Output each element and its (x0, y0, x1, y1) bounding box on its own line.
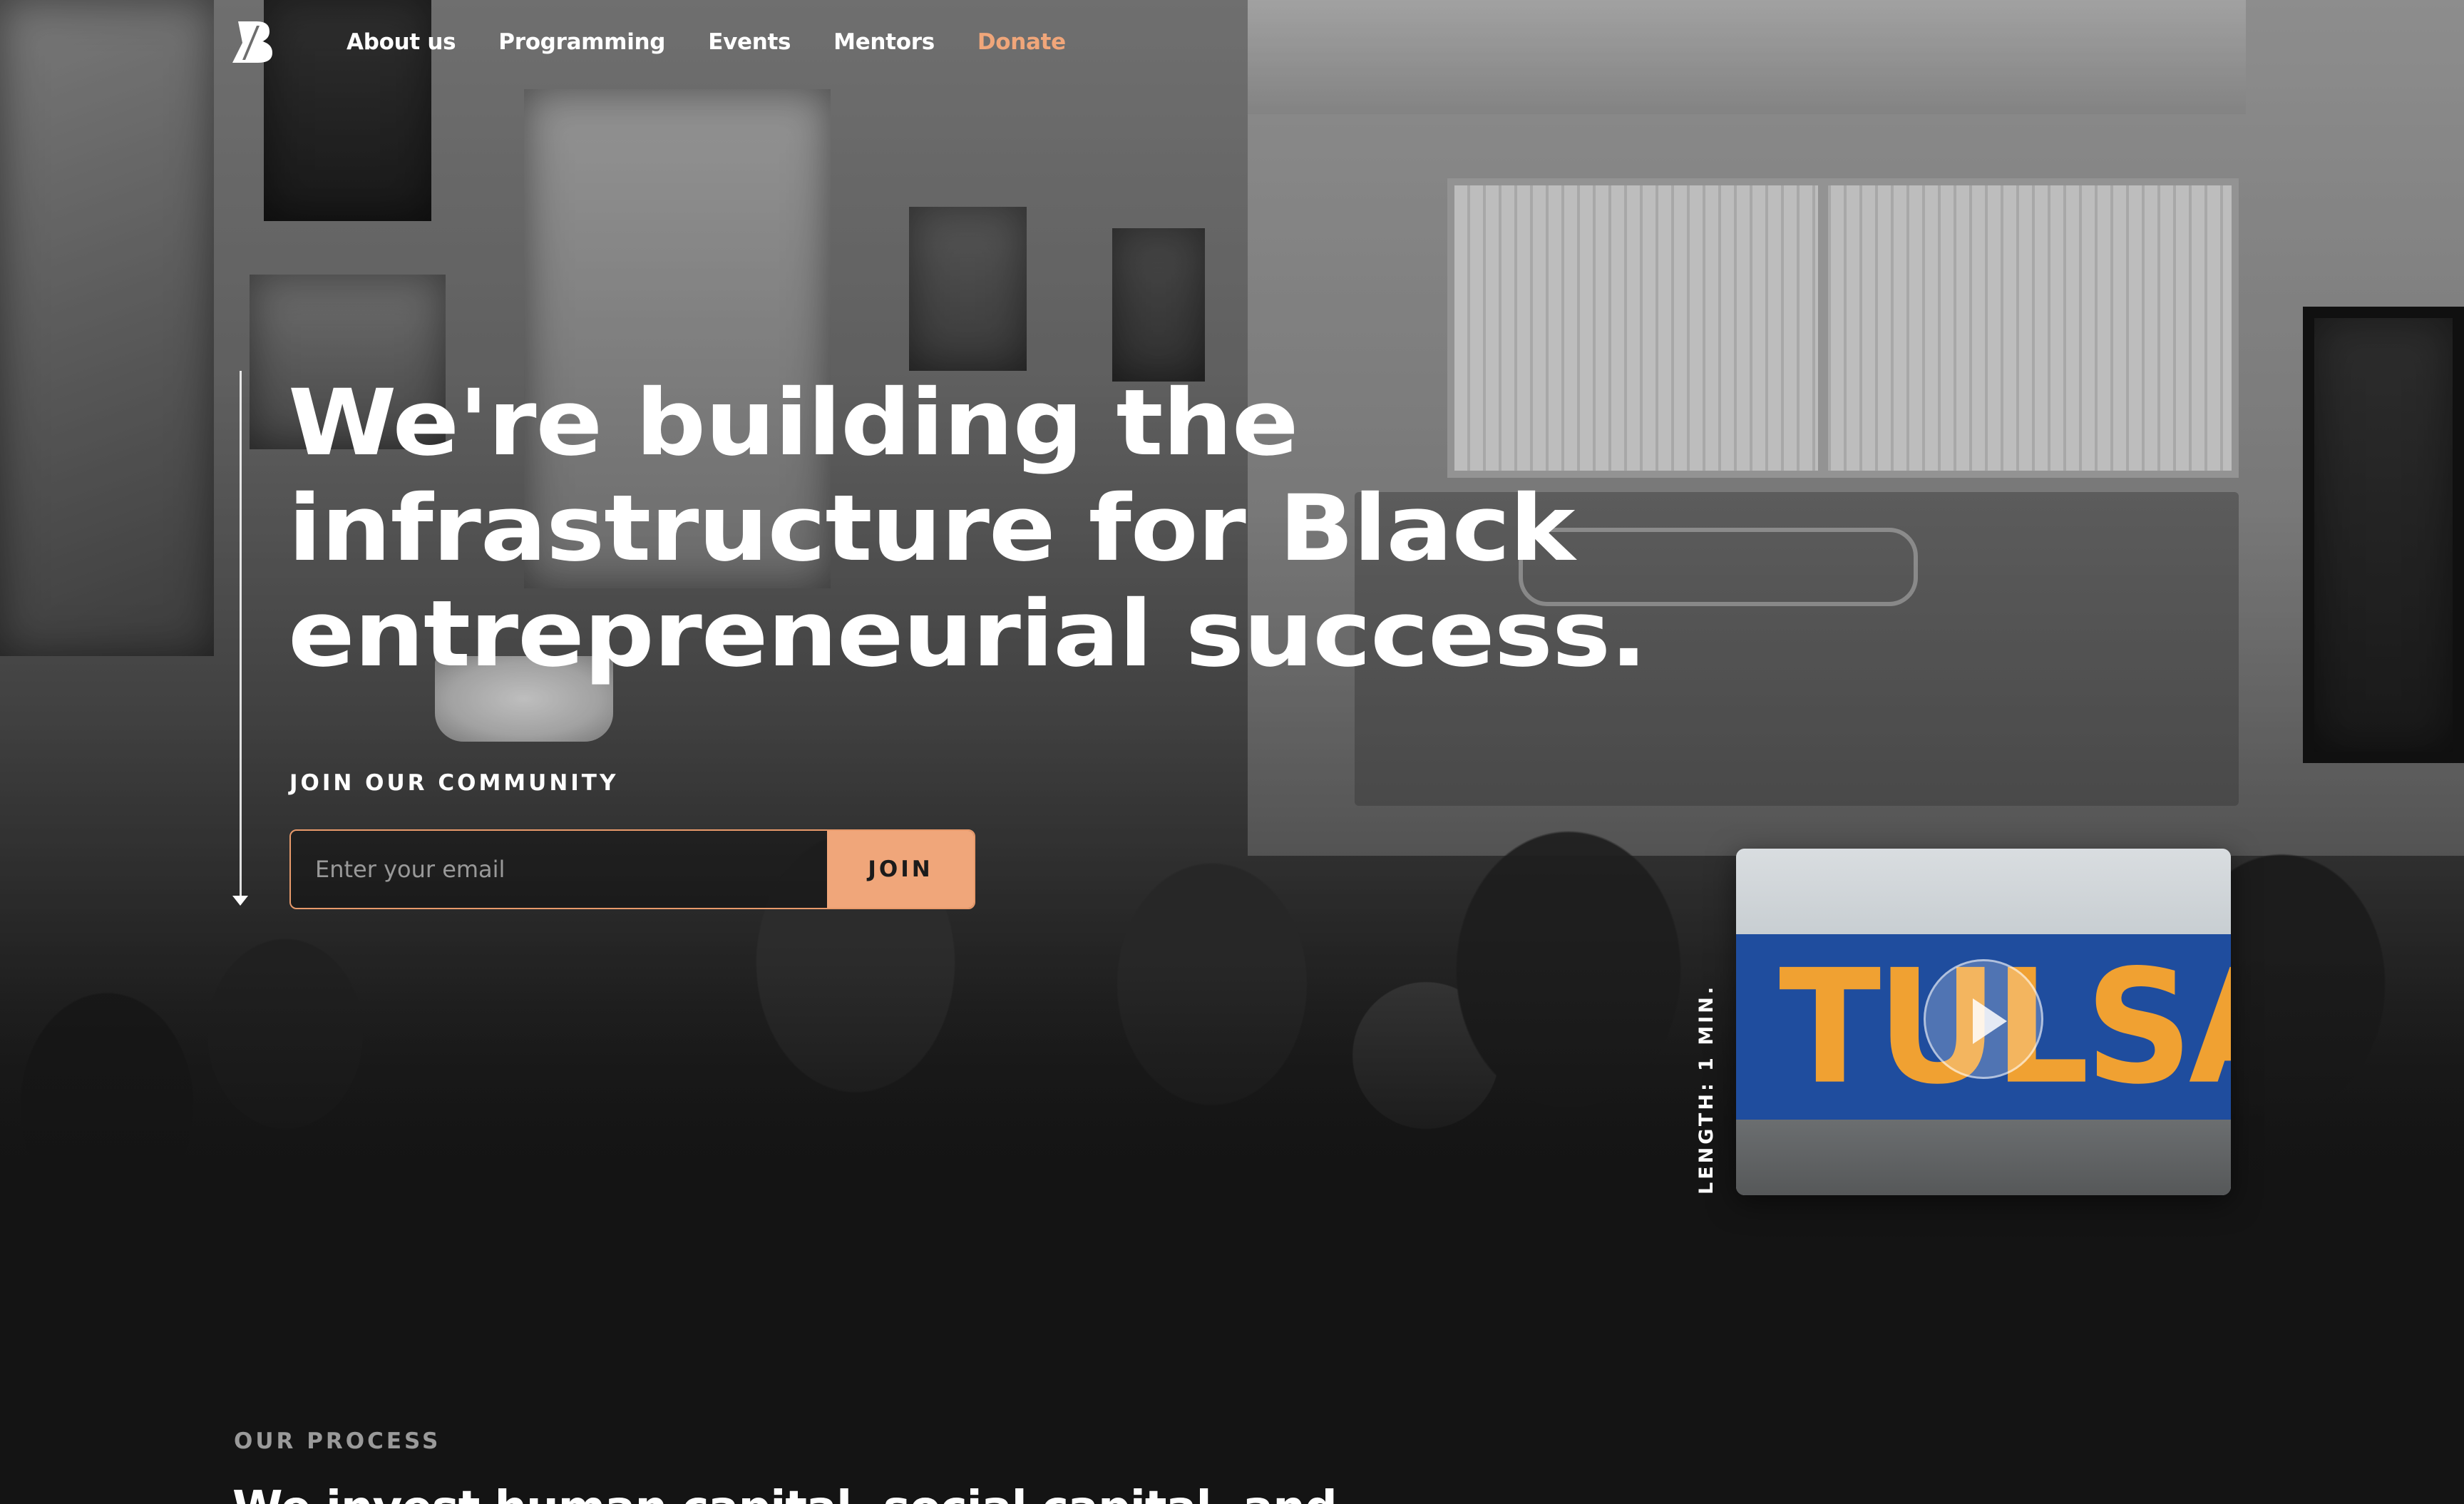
video-length-label: LENGTH: 1 MIN. (1695, 983, 1718, 1194)
join-form: JOIN (289, 829, 975, 909)
headline-line: We're building the (288, 370, 1299, 476)
mural-letter: A (2189, 935, 2231, 1118)
video-thumbnail-sky (1736, 849, 2231, 934)
scroll-indicator-line (240, 371, 242, 899)
mural-letter: T (1779, 935, 1881, 1119)
video-thumbnail[interactable]: T U L S A (1736, 849, 2231, 1195)
nav-events-link[interactable]: Events (708, 29, 791, 55)
arrow-down-icon (232, 896, 248, 906)
video-thumbnail-ground (1736, 1120, 2231, 1195)
nav-mentors-link[interactable]: Mentors (833, 29, 935, 55)
headline-line: entrepreneurial success. (288, 581, 1648, 687)
headline-line: infrastructure for Black (288, 476, 1575, 582)
hero-headline: We're building the infrastructure for Bl… (288, 371, 1905, 687)
nav-donate-link[interactable]: Donate (977, 29, 1066, 55)
brand-b-logo-icon[interactable] (232, 19, 275, 66)
mural-letter: S (2085, 935, 2193, 1119)
play-icon[interactable] (1924, 959, 2043, 1079)
process-section-title: We invest human capital, social capital,… (232, 1482, 1338, 1504)
email-input[interactable] (291, 831, 827, 908)
nav-about-us-link[interactable]: About us (346, 29, 456, 55)
main-nav: About us Programming Events Mentors Dona… (232, 17, 1109, 67)
join-community-label: JOIN OUR COMMUNITY (289, 770, 619, 796)
process-section-label: OUR PROCESS (234, 1428, 441, 1454)
nav-programming-link[interactable]: Programming (498, 29, 665, 55)
join-button[interactable]: JOIN (827, 831, 974, 908)
